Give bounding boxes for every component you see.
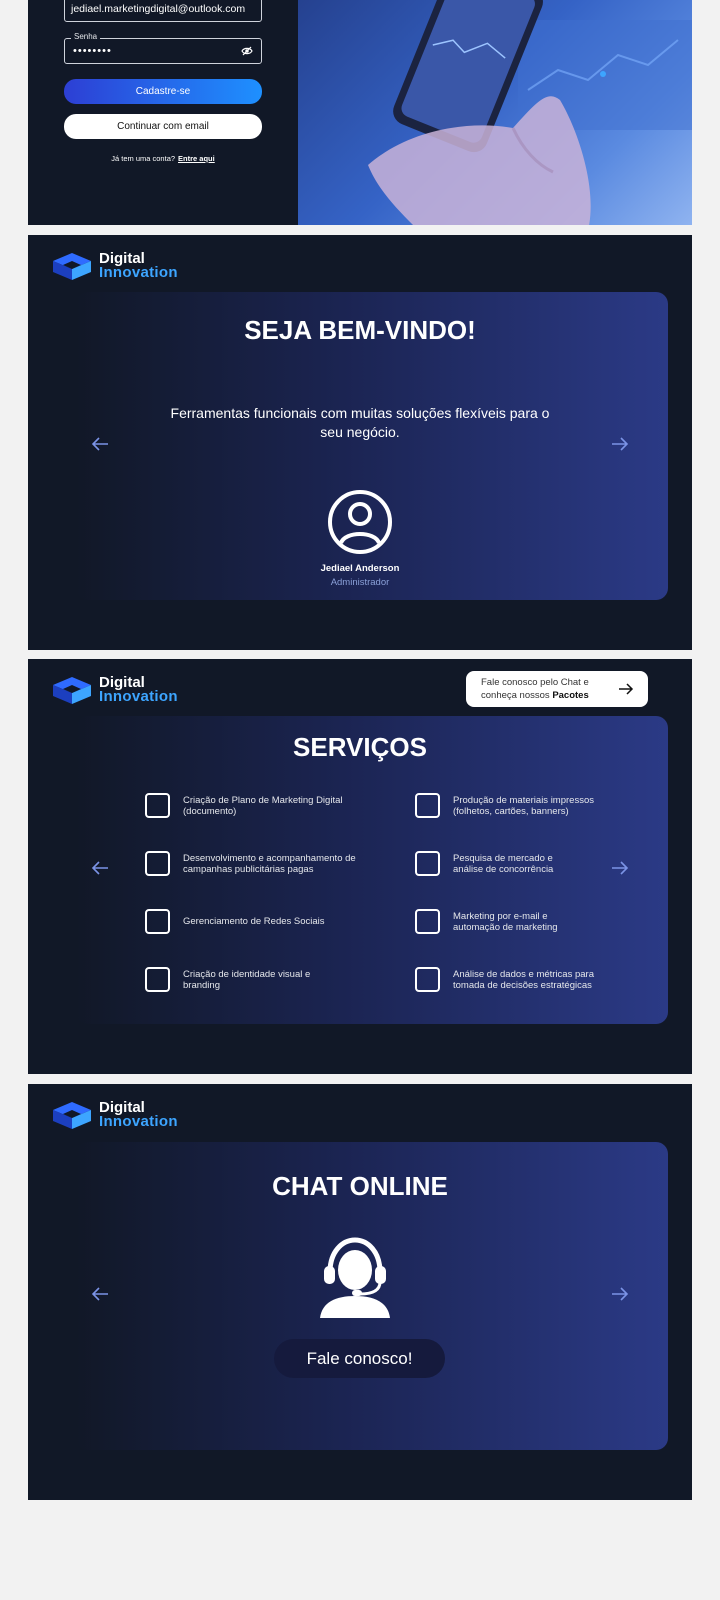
service-item[interactable]: Criação de Plano de Marketing Digital (d… xyxy=(145,793,363,818)
chat-cta-line1: Fale conosco pelo Chat e xyxy=(481,677,589,688)
arrow-right-icon[interactable] xyxy=(610,436,630,452)
logo: Digital Innovation xyxy=(51,673,178,707)
service-item[interactable]: Desenvolvimento e acompanhamento de camp… xyxy=(145,851,363,876)
services-screen: Digital Innovation Fale conosco pelo Cha… xyxy=(28,659,692,1074)
service-label: Análise de dados e métricas para tomada … xyxy=(453,968,594,991)
arrow-right-icon[interactable] xyxy=(610,860,630,876)
logo: Digital Innovation xyxy=(51,249,178,283)
chat-cta-line2-bold: Pacotes xyxy=(552,690,589,701)
service-item[interactable]: Criação de identidade visual e branding xyxy=(145,967,348,992)
chat-cta-text: Fale conosco pelo Chat e conheça nossos … xyxy=(481,676,589,702)
support-agent-icon xyxy=(320,1237,390,1318)
service-checkbox[interactable] xyxy=(145,793,170,818)
service-checkbox[interactable] xyxy=(145,851,170,876)
password-value: •••••••• xyxy=(73,45,112,57)
service-label: Produção de materiais impressos (folheto… xyxy=(453,794,594,817)
email-field[interactable]: jediael.marketingdigital@outlook.com xyxy=(64,0,262,22)
password-label: Senha xyxy=(71,32,101,41)
chat-screen: Digital Innovation CHAT ONLINE Fale cono… xyxy=(28,1084,692,1500)
signup-screen: jediael.marketingdigital@outlook.com Sen… xyxy=(28,0,692,225)
welcome-screen: Digital Innovation SEJA BEM-VINDO! Ferra… xyxy=(28,235,692,650)
user-circle-icon xyxy=(328,490,392,554)
user-role: Administrador xyxy=(330,577,390,588)
service-item[interactable]: Marketing por e-mail e automação de mark… xyxy=(415,909,593,934)
service-label: Marketing por e-mail e automação de mark… xyxy=(453,910,558,933)
signup-button[interactable]: Cadastre-se xyxy=(64,79,262,104)
hero-image xyxy=(298,0,692,225)
service-item[interactable]: Gerenciamento de Redes Sociais xyxy=(145,909,363,934)
service-label: Criação de Plano de Marketing Digital (d… xyxy=(183,794,343,817)
service-checkbox[interactable] xyxy=(145,909,170,934)
password-field[interactable]: Senha •••••••• xyxy=(64,32,262,64)
service-label: Desenvolvimento e acompanhamento de camp… xyxy=(183,852,356,875)
login-link[interactable]: Entre aqui xyxy=(178,154,215,163)
service-checkbox[interactable] xyxy=(415,851,440,876)
chat-cta-button[interactable]: Fale conosco pelo Chat e conheça nossos … xyxy=(466,671,648,707)
service-checkbox[interactable] xyxy=(415,793,440,818)
logo-cube-icon xyxy=(53,677,91,704)
service-checkbox[interactable] xyxy=(415,967,440,992)
brand-line2: Innovation xyxy=(99,1113,178,1130)
arrow-left-icon[interactable] xyxy=(90,860,110,876)
has-account-text: Já tem uma conta? xyxy=(111,154,176,163)
arrow-right-icon xyxy=(619,683,634,695)
logo-cube-icon xyxy=(53,253,91,280)
signup-form: jediael.marketingdigital@outlook.com Sen… xyxy=(28,0,298,225)
service-label: Criação de identidade visual e branding xyxy=(183,968,311,991)
chat-cta-line2-prefix: conheça nossos xyxy=(481,690,550,701)
phone-hand-illustration xyxy=(368,0,692,225)
arrow-left-icon[interactable] xyxy=(90,1286,110,1302)
chat-title: CHAT ONLINE xyxy=(272,1171,448,1201)
arrow-left-icon[interactable] xyxy=(90,436,110,452)
service-item[interactable]: Produção de materiais impressos (folheto… xyxy=(415,793,603,818)
brand-line2: Innovation xyxy=(99,264,178,281)
welcome-text: Ferramentas funcionais com muitas soluçõ… xyxy=(170,405,550,440)
service-item[interactable]: Análise de dados e métricas para tomada … xyxy=(415,967,598,992)
logo: Digital Innovation xyxy=(51,1098,178,1132)
logo-cube-icon xyxy=(53,1102,91,1129)
service-item[interactable]: Pesquisa de mercado e análise de concorr… xyxy=(415,851,583,876)
services-title: SERVIÇOS xyxy=(293,732,427,762)
service-label: Gerenciamento de Redes Sociais xyxy=(183,916,325,927)
service-checkbox[interactable] xyxy=(415,909,440,934)
eye-off-icon[interactable] xyxy=(241,46,253,56)
contact-button[interactable]: Fale conosco! xyxy=(274,1339,445,1378)
welcome-title: SEJA BEM-VINDO! xyxy=(244,315,476,345)
service-checkbox[interactable] xyxy=(145,967,170,992)
service-label: Pesquisa de mercado e análise de concorr… xyxy=(453,852,554,875)
arrow-right-icon[interactable] xyxy=(610,1286,630,1302)
brand-line2: Innovation xyxy=(99,688,178,705)
user-name: Jediael Anderson xyxy=(320,563,400,574)
login-prompt: Já tem uma conta? Entre aqui xyxy=(64,154,262,163)
continue-email-button[interactable]: Continuar com email xyxy=(64,114,262,139)
